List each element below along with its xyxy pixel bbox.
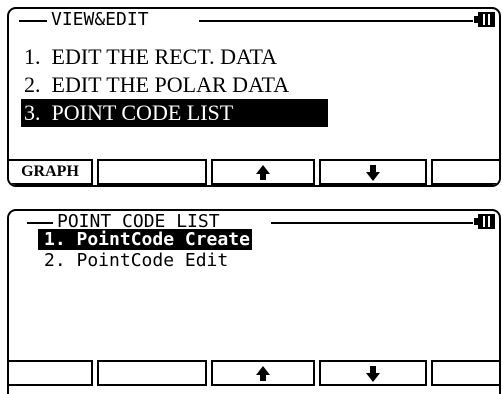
graph-softkey[interactable]: GRAPH <box>9 159 93 185</box>
softkey-5[interactable] <box>431 360 499 386</box>
title-rule-right <box>271 222 473 224</box>
down-softkey[interactable] <box>319 360 427 386</box>
menu-item-edit-polar-data[interactable]: 2. EDIT THE POLAR DATA <box>21 71 328 99</box>
softkey-5[interactable] <box>431 159 499 185</box>
softkey-2[interactable] <box>97 159 207 185</box>
graph-softkey-label: GRAPH <box>21 163 79 180</box>
softkey-1[interactable] <box>9 360 93 386</box>
up-softkey[interactable] <box>211 360 315 386</box>
up-arrow-icon <box>256 164 270 180</box>
battery-icon <box>474 12 496 27</box>
menu-item-point-code-list[interactable]: 3. POINT CODE LIST <box>21 99 328 127</box>
down-arrow-icon <box>366 164 380 181</box>
menu-item-edit-rect-data[interactable]: 1. EDIT THE RECT. DATA <box>21 43 328 71</box>
screen-title: VIEW&EDIT <box>47 9 153 31</box>
title-bar: VIEW&EDIT <box>9 9 499 31</box>
softkey-2[interactable] <box>97 360 207 386</box>
down-softkey[interactable] <box>319 159 427 185</box>
title-rule-left <box>19 20 47 22</box>
menu-item-pointcode-edit[interactable]: 2. PointCode Edit <box>38 250 252 271</box>
battery-icon <box>474 214 496 229</box>
point-code-menu: 1. PointCode Create 2. PointCode Edit <box>38 229 252 271</box>
softkey-bar <box>9 360 499 386</box>
title-rule-right <box>199 20 473 22</box>
up-softkey[interactable] <box>211 159 315 185</box>
up-arrow-icon <box>256 365 270 381</box>
down-arrow-icon <box>366 365 380 382</box>
softkey-bar: GRAPH <box>9 159 499 185</box>
title-rule-left <box>27 222 53 224</box>
point-code-list-screen: POINT CODE LIST 1. PointCode Create 2. P… <box>7 209 501 394</box>
menu-item-pointcode-create[interactable]: 1. PointCode Create <box>38 229 252 250</box>
main-menu: 1. EDIT THE RECT. DATA 2. EDIT THE POLAR… <box>21 43 328 127</box>
view-edit-screen: VIEW&EDIT 1. EDIT THE RECT. DATA 2. EDIT… <box>7 7 501 187</box>
